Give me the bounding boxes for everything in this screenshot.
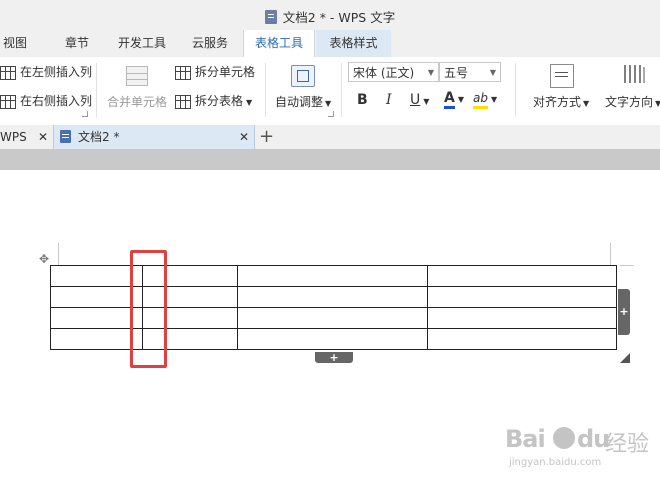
menu-view[interactable]: 视图 xyxy=(0,30,30,57)
window-title-wrap: 文档2 * - WPS 文字 xyxy=(0,7,660,26)
separator xyxy=(265,63,266,117)
menu-developer-tools[interactable]: 开发工具 xyxy=(113,30,171,57)
split-cells-label: 拆分单元格 xyxy=(195,65,256,79)
resize-icon[interactable] xyxy=(620,353,630,363)
document-tab-bar: WPS ✕ 文档2 * ✕ + xyxy=(0,125,660,149)
underline-button[interactable]: U ▼ xyxy=(410,92,429,108)
menu-table-tools[interactable]: 表格工具 xyxy=(243,30,315,57)
menu-table-style[interactable]: 表格样式 xyxy=(316,30,391,57)
insert-left-column-button[interactable]: 在左侧插入列 xyxy=(0,63,92,80)
move-icon[interactable]: ✥ xyxy=(37,252,51,266)
font-name-value: 宋体 (正文) xyxy=(353,66,415,80)
font-color-icon: A xyxy=(444,91,455,109)
font-name-select[interactable]: 宋体 (正文) ▼ xyxy=(348,62,439,82)
column-highlight-annotation xyxy=(130,250,167,368)
table-cell[interactable] xyxy=(237,307,428,329)
table-cell[interactable] xyxy=(427,265,617,287)
auto-fit-button[interactable]: 自动调整 ▼ xyxy=(275,93,331,110)
separator xyxy=(96,63,97,117)
table-cell[interactable] xyxy=(427,286,617,308)
close-tab-wps-icon[interactable]: ✕ xyxy=(38,125,48,149)
margin-guide xyxy=(58,243,59,265)
auto-fit-label: 自动调整 xyxy=(275,95,324,109)
chevron-down-icon: ▼ xyxy=(246,98,253,107)
underline-label: U xyxy=(410,92,421,108)
split-cells-icon xyxy=(175,65,191,80)
align-label: 对齐方式 xyxy=(533,95,582,109)
text-direction-icon xyxy=(624,65,645,83)
highlight-button[interactable]: ab ▼ xyxy=(473,90,497,109)
italic-button[interactable]: I xyxy=(386,92,392,108)
separator xyxy=(341,63,342,117)
table-cell[interactable] xyxy=(237,265,428,287)
text-direction-button[interactable]: 文字方向 ▼ xyxy=(605,93,660,110)
tab-document2[interactable]: 文档2 * xyxy=(53,125,255,149)
insert-left-icon xyxy=(0,65,16,80)
table-cell[interactable] xyxy=(50,286,132,308)
split-table-icon xyxy=(175,94,191,109)
table-cell[interactable] xyxy=(427,328,617,350)
table-cell[interactable] xyxy=(237,286,428,308)
title-bar: 文档2 * - WPS 文字 xyxy=(0,0,660,30)
watermark-url: jingyan.baidu.com xyxy=(509,457,602,468)
insert-right-column-button[interactable]: 在右侧插入列 xyxy=(0,92,92,109)
menu-bar: 视图 章节 开发工具 云服务 表格工具 表格样式 xyxy=(0,30,660,57)
chevron-down-icon: ▼ xyxy=(655,99,660,108)
align-button[interactable]: 对齐方式 ▼ xyxy=(533,93,589,110)
chevron-down-icon: ▼ xyxy=(423,97,430,106)
chevron-down-icon: ▼ xyxy=(427,68,434,77)
paw-icon xyxy=(553,427,575,449)
chevron-down-icon: ▼ xyxy=(489,68,496,77)
close-tab-document2-icon[interactable]: ✕ xyxy=(239,125,249,149)
merge-cells-icon xyxy=(126,66,148,86)
add-column-icon[interactable]: + xyxy=(618,289,630,335)
text-direction-label: 文字方向 xyxy=(605,95,654,109)
insert-right-label: 在右侧插入列 xyxy=(20,94,93,108)
insert-left-label: 在左侧插入列 xyxy=(20,65,93,79)
chevron-down-icon: ▼ xyxy=(583,99,590,108)
insert-right-icon xyxy=(0,94,16,109)
table-cell[interactable] xyxy=(427,307,617,329)
menu-chapter[interactable]: 章节 xyxy=(58,30,96,57)
font-size-select[interactable]: 五号 ▼ xyxy=(439,62,501,82)
document-icon xyxy=(60,130,71,143)
chevron-down-icon: ▼ xyxy=(325,99,332,108)
document-icon xyxy=(264,10,277,24)
workspace-gap xyxy=(0,149,660,170)
split-table-label: 拆分表格 xyxy=(195,94,244,108)
dialog-launcher-icon[interactable] xyxy=(328,111,334,117)
ribbon: 在左侧插入列 在右侧插入列 合并单元格 拆分单元格 拆分表格 ▼ 自动调整 ▼ 宋体… xyxy=(0,57,660,126)
watermark: Bai du 经验 jingyan.baidu.com xyxy=(505,425,655,480)
align-icon xyxy=(550,64,574,88)
tab-wps-label: WPS xyxy=(0,130,27,144)
font-size-value: 五号 xyxy=(444,66,469,80)
menu-cloud-service[interactable]: 云服务 xyxy=(185,30,235,57)
table-cell[interactable] xyxy=(50,328,132,350)
watermark-suffix: 经验 xyxy=(605,432,650,457)
dialog-launcher-icon[interactable] xyxy=(82,111,88,117)
font-color-button[interactable]: A ▼ xyxy=(444,90,464,109)
tab-document2-label: 文档2 * xyxy=(78,130,120,144)
margin-guide xyxy=(610,243,611,265)
table-cell[interactable] xyxy=(50,265,132,287)
add-row-icon[interactable]: + xyxy=(315,352,353,363)
margin-guide xyxy=(620,265,634,266)
bold-button[interactable]: B xyxy=(357,92,368,108)
split-cells-button[interactable]: 拆分单元格 xyxy=(175,63,255,80)
chevron-down-icon: ▼ xyxy=(457,95,464,104)
merge-cells-button[interactable]: 合并单元格 xyxy=(107,93,167,110)
split-table-button[interactable]: 拆分表格 ▼ xyxy=(175,92,252,109)
new-tab-icon[interactable]: + xyxy=(259,125,274,149)
highlight-icon: ab xyxy=(473,91,488,109)
auto-fit-icon xyxy=(291,65,315,87)
watermark-logo-text-a: Bai xyxy=(505,425,546,453)
table-cell[interactable] xyxy=(50,307,132,329)
separator xyxy=(515,63,516,117)
table-cell[interactable] xyxy=(237,328,428,350)
chevron-down-icon: ▼ xyxy=(490,95,498,104)
window-title: 文档2 * - WPS 文字 xyxy=(282,10,396,25)
